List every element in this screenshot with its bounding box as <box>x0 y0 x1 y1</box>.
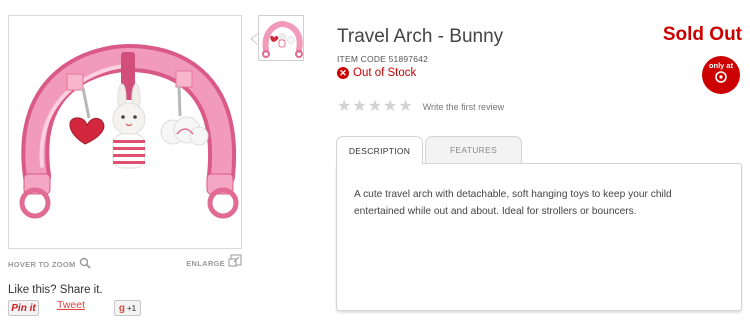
share-title: Like this? Share it. <box>8 284 103 296</box>
product-thumbnail[interactable] <box>258 15 304 61</box>
pinit-button[interactable]: Pin it <box>8 300 39 316</box>
only-at-target-badge: only at <box>702 56 740 94</box>
only-at-label: only at <box>708 61 734 70</box>
tab-description[interactable]: DESCRIPTION <box>336 136 423 164</box>
stock-status-label: Out of Stock <box>353 67 417 79</box>
star-icon: ★ <box>398 98 413 115</box>
star-icon: ★ <box>383 98 398 115</box>
product-title: Travel Arch - Bunny <box>337 26 504 47</box>
google-plus-button[interactable]: g +1 <box>114 300 141 316</box>
out-of-stock-icon: ✕ <box>337 67 349 79</box>
tab-features[interactable]: FEATURES <box>425 136 522 163</box>
hover-zoom-label: HOVER TO ZOOM <box>8 259 76 269</box>
image-tools: HOVER TO ZOOM ENLARGE <box>8 254 242 270</box>
target-bullseye-icon <box>715 70 727 88</box>
star-icon: ★ <box>337 98 352 115</box>
tab-panel-description: A cute travel arch with detachable, soft… <box>336 163 742 311</box>
star-icon: ★ <box>367 98 383 115</box>
item-code: ITEM CODE 51897642 <box>337 54 429 64</box>
stock-status: ✕ Out of Stock <box>337 67 416 79</box>
product-main-image[interactable] <box>8 15 242 249</box>
product-description: A cute travel arch with detachable, soft… <box>354 189 672 217</box>
enlarge-button[interactable]: ENLARGE <box>186 254 242 270</box>
enlarge-label: ENLARGE <box>186 259 225 268</box>
tweet-link[interactable]: Tweet <box>57 299 85 311</box>
enlarge-icon <box>228 254 242 270</box>
product-tabs: DESCRIPTION FEATURES <box>336 136 524 164</box>
rating-row: ★ ★ ★ ★ ★ Write the first review <box>337 99 504 115</box>
hover-to-zoom: HOVER TO ZOOM <box>8 257 91 271</box>
star-icon: ★ <box>352 98 367 115</box>
magnifier-icon <box>79 257 91 271</box>
google-plus-icon: g <box>118 302 125 314</box>
star-rating[interactable]: ★ ★ ★ ★ ★ <box>337 99 413 115</box>
google-plus-count: +1 <box>126 303 137 313</box>
write-review-link[interactable]: Write the first review <box>423 102 504 112</box>
sold-out-label: Sold Out <box>662 24 742 45</box>
thumbnail-pointer <box>250 33 258 45</box>
